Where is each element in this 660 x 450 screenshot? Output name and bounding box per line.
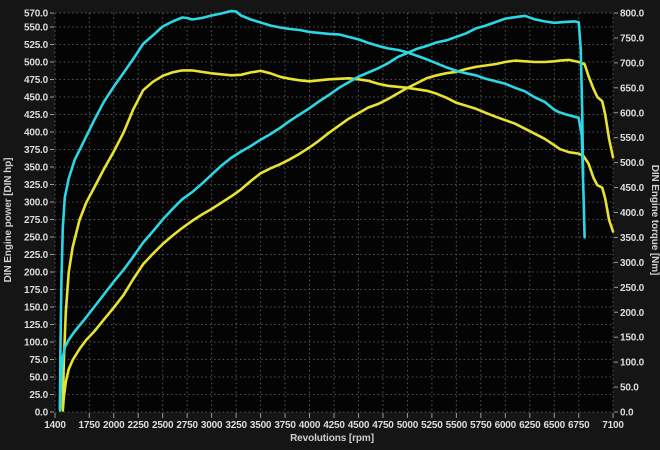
dyno-chart-screen: 1400 175020002250250027503000325035003750… — [0, 0, 660, 450]
right-tick-label: 800.0 — [620, 9, 645, 20]
left-tick-label: 25.0 — [29, 390, 48, 401]
x-tick-label: 7100 — [602, 420, 624, 431]
right-axis-title: DIN Engine torque [Nm] — [649, 165, 660, 276]
left-tick-label: 570.0 — [24, 9, 49, 20]
x-tick-label: 4250 — [323, 420, 345, 431]
left-tick-label: 250.0 — [24, 233, 49, 244]
right-tick-label: 300.0 — [620, 258, 645, 269]
x-tick-label: 2000 — [103, 420, 125, 431]
right-tick-label: 250.0 — [620, 283, 645, 294]
x-tick-label: 5000 — [397, 420, 419, 431]
x-tick-label: 4500 — [348, 420, 370, 431]
x-tick-label: 3750 — [274, 420, 296, 431]
left-tick-label: 425.0 — [24, 110, 49, 121]
x-tick-label: 4750 — [372, 420, 394, 431]
left-tick-label: 0.0 — [35, 408, 49, 419]
dyno-chart: 1400 175020002250250027503000325035003750… — [0, 0, 660, 450]
x-tick-label: 2750 — [176, 420, 198, 431]
left-tick-label: 350.0 — [24, 163, 49, 174]
left-tick-label: 500.0 — [24, 58, 49, 69]
left-tick-label: 525.0 — [24, 40, 49, 51]
right-tick-label: 750.0 — [620, 33, 645, 44]
left-tick-label: 200.0 — [24, 268, 49, 279]
left-tick-label: 275.0 — [24, 215, 49, 226]
right-tick-label: 50.0 — [620, 383, 639, 394]
x-tick-label: 5500 — [446, 420, 468, 431]
plot-background — [55, 13, 613, 412]
left-tick-label: 450.0 — [24, 93, 49, 104]
right-tick-label: 200.0 — [620, 308, 645, 319]
right-tick-label: 350.0 — [620, 233, 645, 244]
right-tick-label: 700.0 — [620, 58, 645, 69]
left-tick-label: 50.0 — [29, 373, 48, 384]
x-tick-label: 1400 — [44, 420, 66, 431]
left-tick-label: 75.0 — [29, 355, 48, 366]
right-tick-label: 500.0 — [620, 158, 645, 169]
right-tick-label: 600.0 — [620, 108, 645, 119]
left-tick-label: 475.0 — [24, 75, 49, 86]
left-tick-label: 375.0 — [24, 145, 49, 156]
x-tick-label: 6000 — [495, 420, 517, 431]
x-tick-label: 2250 — [127, 420, 149, 431]
left-tick-label: 100.0 — [24, 338, 49, 349]
left-tick-label: 225.0 — [24, 250, 49, 261]
left-tick-label: 400.0 — [24, 128, 49, 139]
x-tick-label: 5250 — [421, 420, 443, 431]
left-tick-label: 325.0 — [24, 180, 49, 191]
x-tick-label: 6500 — [544, 420, 566, 431]
x-tick-label: 3500 — [250, 420, 272, 431]
left-tick-label: 125.0 — [24, 320, 49, 331]
right-tick-label: 100.0 — [620, 358, 645, 369]
x-tick-label: 4000 — [299, 420, 321, 431]
right-tick-label: 650.0 — [620, 83, 645, 94]
right-tick-label: 400.0 — [620, 208, 645, 219]
right-tick-label: 0.0 — [620, 408, 634, 419]
x-tick-label: 3250 — [225, 420, 247, 431]
x-axis-title: Revolutions [rpm] — [290, 433, 374, 444]
x-tick-label: 5750 — [470, 420, 492, 431]
left-axis-title: DIN Engine power [DIN hp] — [3, 158, 14, 283]
x-tick-label: 2500 — [152, 420, 174, 431]
left-tick-label: 550.0 — [24, 23, 49, 34]
right-tick-label: 450.0 — [620, 183, 645, 194]
left-tick-label: 175.0 — [24, 285, 49, 296]
right-tick-label: 150.0 — [620, 333, 645, 344]
x-tick-label: 6750 — [568, 420, 590, 431]
x-tick-label: 3000 — [201, 420, 223, 431]
x-tick-label: 6250 — [519, 420, 541, 431]
right-tick-label: 550.0 — [620, 133, 645, 144]
left-tick-label: 150.0 — [24, 303, 49, 314]
left-tick-label: 300.0 — [24, 198, 49, 209]
x-tick-label: 1750 — [79, 420, 101, 431]
plot-layer: 1400 175020002250250027503000325035003750… — [24, 9, 645, 432]
